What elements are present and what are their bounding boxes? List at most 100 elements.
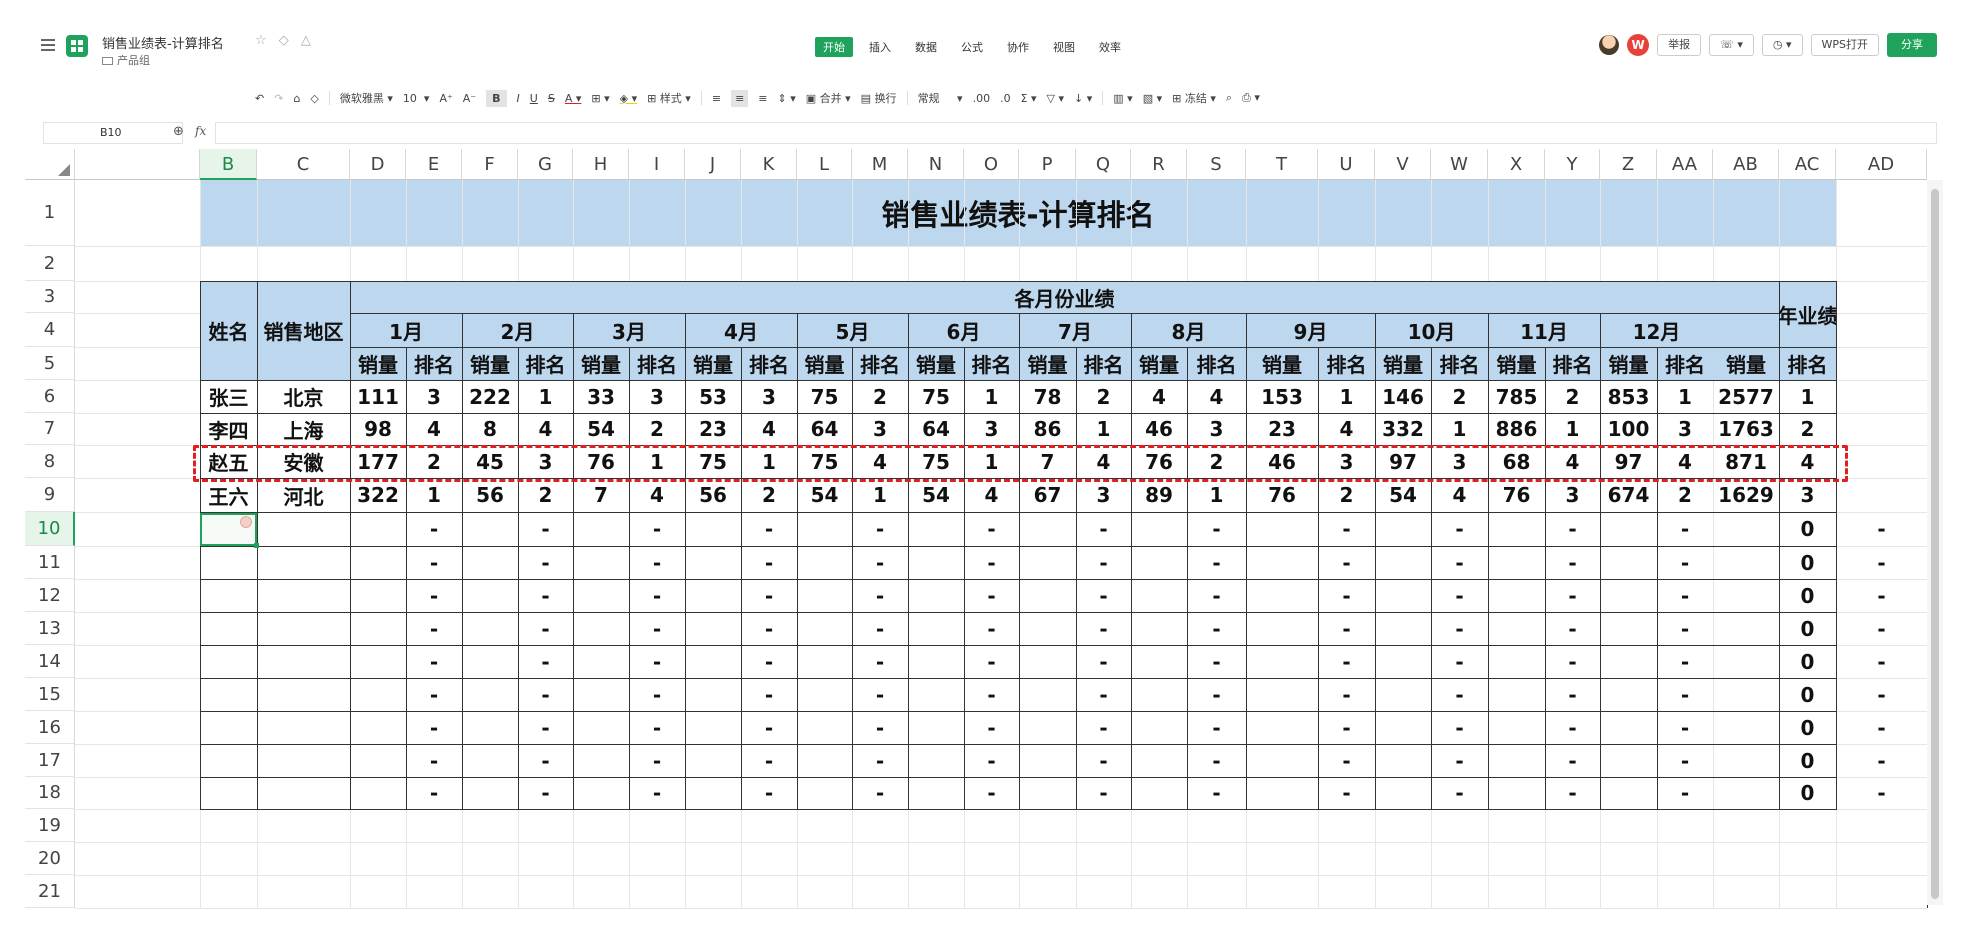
- sales-cell[interactable]: 76: [1246, 478, 1318, 512]
- rank-cell[interactable]: -: [1187, 579, 1246, 612]
- column-header[interactable]: AD: [1836, 149, 1927, 180]
- document-group[interactable]: 产品组: [102, 52, 150, 68]
- border-icon[interactable]: ⊞ ▾: [591, 92, 609, 105]
- rank-cell[interactable]: -: [1076, 645, 1131, 678]
- rank-cell[interactable]: -: [1187, 678, 1246, 711]
- rank-cell[interactable]: -: [964, 711, 1019, 744]
- strikethrough-button[interactable]: S: [548, 92, 555, 105]
- rank-cell[interactable]: -: [1657, 678, 1713, 711]
- column-header[interactable]: AC: [1779, 149, 1836, 180]
- rank-subheader[interactable]: 排名: [741, 347, 797, 380]
- rank-cell[interactable]: 2: [1318, 478, 1375, 512]
- rank-cell[interactable]: 1: [1779, 380, 1836, 413]
- rank-cell[interactable]: -: [1431, 645, 1488, 678]
- rank-subheader[interactable]: 排名: [1431, 347, 1488, 380]
- sales-subheader[interactable]: 销量: [1019, 347, 1076, 380]
- vertical-align-icon[interactable]: ⇕ ▾: [778, 92, 796, 105]
- sales-subheader[interactable]: 销量: [1375, 347, 1431, 380]
- sales-cell[interactable]: 2577: [1713, 380, 1779, 413]
- sales-subheader[interactable]: 销量: [1713, 347, 1779, 380]
- rank-cell[interactable]: -: [1545, 744, 1600, 777]
- rank-cell[interactable]: 4: [1187, 380, 1246, 413]
- increase-font-icon[interactable]: A⁺: [439, 92, 452, 105]
- name-header[interactable]: 姓名: [200, 281, 257, 380]
- rank-cell[interactable]: -: [629, 579, 685, 612]
- sales-subheader[interactable]: 销量: [573, 347, 629, 380]
- rank-cell[interactable]: -: [1545, 579, 1600, 612]
- column-header[interactable]: G: [518, 149, 573, 180]
- italic-button[interactable]: I: [517, 92, 520, 105]
- rank-cell[interactable]: 4: [1431, 478, 1488, 512]
- select-all-corner[interactable]: [25, 149, 75, 180]
- rank-cell[interactable]: -: [852, 711, 908, 744]
- merge-button[interactable]: ▣ 合并 ▾: [806, 90, 851, 106]
- wps-badge-icon[interactable]: W: [1627, 34, 1650, 56]
- rank-cell[interactable]: -: [852, 612, 908, 645]
- sales-cell[interactable]: 67: [1019, 478, 1076, 512]
- column-header[interactable]: T: [1246, 149, 1318, 180]
- column-header[interactable]: S: [1187, 149, 1246, 180]
- sales-cell[interactable]: 146: [1375, 380, 1431, 413]
- menu-item[interactable]: 数据: [907, 37, 945, 57]
- menu-icon[interactable]: [41, 39, 55, 51]
- row-header[interactable]: 18: [25, 777, 75, 809]
- rank-cell[interactable]: -: [518, 711, 573, 744]
- sales-cell[interactable]: 23: [1246, 413, 1318, 445]
- column-header[interactable]: M: [852, 149, 908, 180]
- rank-cell[interactable]: -: [1431, 744, 1488, 777]
- column-header[interactable]: AB: [1713, 149, 1779, 180]
- rank-subheader[interactable]: 排名: [1076, 347, 1131, 380]
- row-header[interactable]: 19: [25, 809, 75, 842]
- underline-button[interactable]: U: [530, 92, 538, 105]
- align-right-icon[interactable]: ≡: [758, 92, 767, 105]
- rank-cell[interactable]: -: [1318, 645, 1375, 678]
- month-header[interactable]: 12月: [1600, 313, 1713, 347]
- month-header[interactable]: 1月: [350, 313, 462, 347]
- avatar[interactable]: [1599, 35, 1620, 55]
- region-cell[interactable]: 上海: [257, 413, 350, 445]
- rank-cell[interactable]: -: [406, 744, 462, 777]
- rank-cell[interactable]: -: [852, 777, 908, 809]
- menu-item[interactable]: 公式: [953, 37, 991, 57]
- region-header[interactable]: 销售地区: [257, 281, 350, 380]
- print-icon[interactable]: ⎙ ▾: [1242, 91, 1260, 105]
- month-header[interactable]: 3月: [573, 313, 685, 347]
- rank-cell[interactable]: 3: [629, 380, 685, 413]
- rank-subheader[interactable]: 排名: [1318, 347, 1375, 380]
- rank-cell[interactable]: 4: [741, 413, 797, 445]
- rank-cell[interactable]: -: [741, 645, 797, 678]
- rank-cell[interactable]: 3: [1545, 478, 1600, 512]
- rank-subheader[interactable]: 排名: [1779, 347, 1836, 380]
- row-header[interactable]: 15: [25, 678, 75, 711]
- report-button[interactable]: 举报: [1657, 34, 1702, 56]
- rank-cell[interactable]: -: [406, 512, 462, 546]
- column-header[interactable]: Z: [1600, 149, 1657, 180]
- rank-cell[interactable]: 1: [1545, 413, 1600, 445]
- rank-cell[interactable]: 4: [964, 478, 1019, 512]
- rank-cell[interactable]: -: [964, 579, 1019, 612]
- column-header[interactable]: [75, 149, 200, 180]
- rank-cell[interactable]: 1: [1431, 413, 1488, 445]
- rank-cell[interactable]: -: [1187, 512, 1246, 546]
- rank-cell[interactable]: -: [1657, 546, 1713, 579]
- rank-cell[interactable]: -: [1836, 546, 1927, 579]
- year-total-cell[interactable]: 0: [1779, 711, 1836, 744]
- fill-color-icon[interactable]: ◈ ▾: [620, 92, 637, 105]
- rank-cell[interactable]: -: [406, 546, 462, 579]
- rank-cell[interactable]: -: [1318, 579, 1375, 612]
- rank-cell[interactable]: -: [1657, 512, 1713, 546]
- month-header[interactable]: 10月: [1375, 313, 1488, 347]
- sales-cell[interactable]: 86: [1019, 413, 1076, 445]
- rank-cell[interactable]: -: [1836, 777, 1927, 809]
- month-header[interactable]: 5月: [797, 313, 908, 347]
- month-header[interactable]: 6月: [908, 313, 1019, 347]
- sales-cell[interactable]: 54: [1375, 478, 1431, 512]
- row-header[interactable]: 20: [25, 842, 75, 875]
- row-header[interactable]: 4: [25, 313, 75, 347]
- column-header[interactable]: Y: [1545, 149, 1600, 180]
- rank-cell[interactable]: -: [741, 711, 797, 744]
- rank-cell[interactable]: -: [1545, 777, 1600, 809]
- rank-cell[interactable]: 3: [406, 380, 462, 413]
- rank-subheader[interactable]: 排名: [1187, 347, 1246, 380]
- rank-cell[interactable]: -: [1836, 579, 1927, 612]
